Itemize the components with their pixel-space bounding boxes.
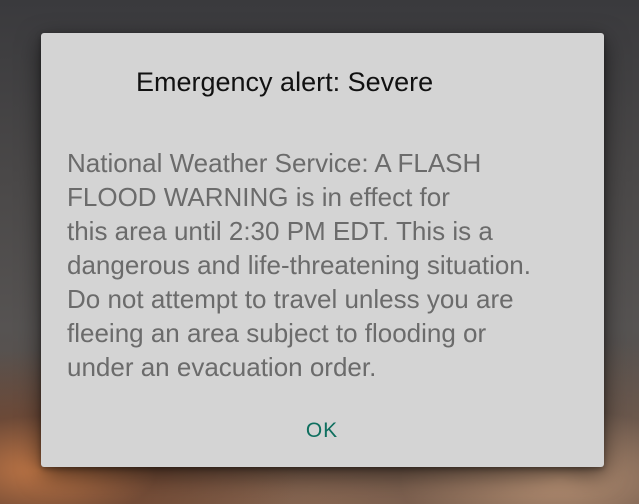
alert-message-line: this area until 2:30 PM EDT. This is a [67, 216, 493, 246]
alert-message-line: fleeing an area subject to flooding or [67, 318, 487, 348]
alert-message-line: National Weather Service: A FLASH [67, 148, 482, 178]
alert-message-line: FLOOD WARNING is in effect for [67, 182, 450, 212]
alert-message-line: under an evacuation order. [67, 352, 377, 382]
dialog-title: Emergency alert: Severe [136, 67, 434, 97]
alert-message-line: Do not attempt to travel unless you are [67, 284, 514, 314]
ok-button[interactable]: OK [286, 409, 358, 453]
alert-message: National Weather Service: A FLASH FLOOD … [67, 146, 592, 384]
emergency-alert-dialog: Emergency alert: Severe National Weather… [41, 33, 604, 467]
alert-message-line: dangerous and life-threatening situation… [67, 250, 531, 280]
